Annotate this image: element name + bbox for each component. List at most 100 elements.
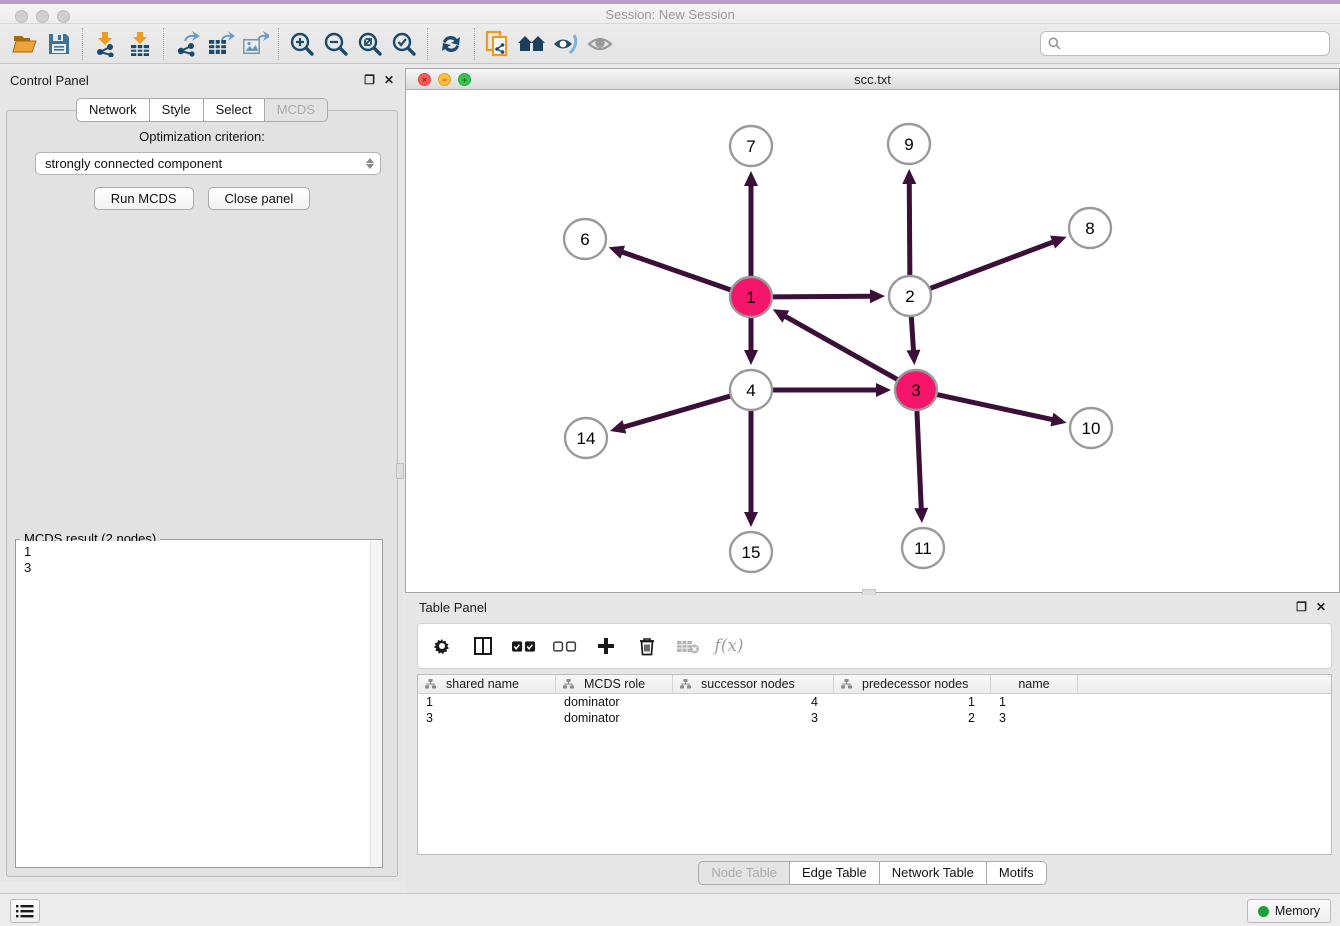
run-mcds-button[interactable]: Run MCDS xyxy=(94,187,194,210)
cell-name[interactable]: 1 xyxy=(991,694,1078,710)
search-input[interactable] xyxy=(1066,36,1329,51)
cell-name[interactable]: 3 xyxy=(991,710,1078,726)
table-panel: Table Panel ❐ ✕ f(x) shared nameMCDS rol… xyxy=(405,595,1340,893)
refresh-layout-icon[interactable] xyxy=(434,27,468,61)
float-panel-icon[interactable]: ❐ xyxy=(364,73,375,87)
tab-select[interactable]: Select xyxy=(203,98,264,122)
node-label-9: 9 xyxy=(904,135,913,154)
toolbar-separator xyxy=(474,28,475,60)
list-icon xyxy=(16,904,34,918)
column-header-predecessor-nodes[interactable]: predecessor nodes xyxy=(834,675,991,693)
delete-column-icon[interactable] xyxy=(635,634,659,658)
table-panel-title: Table Panel xyxy=(419,600,487,615)
search-box[interactable] xyxy=(1040,31,1330,56)
table-options-icon[interactable] xyxy=(430,634,454,658)
tab-network[interactable]: Network xyxy=(76,98,149,122)
show-all-icon[interactable] xyxy=(583,27,617,61)
zoom-fit-icon[interactable] xyxy=(353,27,387,61)
node-label-11: 11 xyxy=(914,539,932,558)
zoom-selected-icon[interactable] xyxy=(387,27,421,61)
cell-MCDS-role[interactable]: dominator xyxy=(556,710,673,726)
export-network-icon[interactable] xyxy=(170,27,204,61)
float-table-panel-icon[interactable]: ❐ xyxy=(1296,600,1307,614)
edge-3-1[interactable] xyxy=(785,316,899,381)
edge-2-8[interactable] xyxy=(928,242,1054,290)
neighbors-icon[interactable] xyxy=(515,27,549,61)
memory-status-icon xyxy=(1258,906,1269,917)
optimization-criterion-value: strongly connected component xyxy=(45,156,222,171)
save-session-icon[interactable] xyxy=(42,27,76,61)
node-label-4: 4 xyxy=(746,381,755,400)
column-header-name[interactable]: name xyxy=(991,675,1078,693)
column-header-successor-nodes[interactable]: successor nodes xyxy=(673,675,834,693)
edge-2-9[interactable] xyxy=(909,183,910,277)
column-header-MCDS-role[interactable]: MCDS role xyxy=(556,675,673,693)
task-history-button[interactable] xyxy=(10,899,40,923)
cell-predecessor-nodes[interactable]: 2 xyxy=(834,710,991,726)
clone-network-icon[interactable] xyxy=(481,27,515,61)
toolbar-separator xyxy=(82,28,83,60)
edge-4-14[interactable] xyxy=(623,395,732,427)
network-graph[interactable]: 7968124314101511 xyxy=(406,90,1339,592)
edge-3-11[interactable] xyxy=(917,409,921,509)
control-panel-tabs: NetworkStyleSelectMCDS xyxy=(0,98,404,122)
hide-selected-icon[interactable] xyxy=(549,27,583,61)
edge-1-2[interactable] xyxy=(770,296,871,297)
node-label-15: 15 xyxy=(742,543,761,562)
result-scrollbar[interactable] xyxy=(370,541,381,866)
memory-button[interactable]: Memory xyxy=(1247,899,1331,923)
import-network-icon[interactable] xyxy=(89,27,123,61)
table-row[interactable]: 1dominator411 xyxy=(418,694,1331,710)
sort-icon xyxy=(563,679,574,689)
control-panel: Control Panel ❐ ✕ NetworkStyleSelectMCDS… xyxy=(0,68,404,881)
mcds-result-box: MCDS result (2 nodes) 1 3 xyxy=(15,539,383,868)
close-table-panel-icon[interactable]: ✕ xyxy=(1316,600,1326,614)
export-table-icon[interactable] xyxy=(204,27,238,61)
node-label-8: 8 xyxy=(1085,219,1094,238)
deselect-all-icon[interactable] xyxy=(553,634,577,658)
close-panel-button[interactable]: Close panel xyxy=(208,187,311,210)
cell-successor-nodes[interactable]: 3 xyxy=(673,710,834,726)
tab-network-table[interactable]: Network Table xyxy=(879,861,986,885)
toolbar-separator xyxy=(278,28,279,60)
tab-motifs[interactable]: Motifs xyxy=(986,861,1047,885)
add-column-icon[interactable] xyxy=(594,634,618,658)
cell-MCDS-role[interactable]: dominator xyxy=(556,694,673,710)
sort-icon xyxy=(841,679,852,689)
edge-2-3[interactable] xyxy=(911,315,913,351)
tab-edge-table[interactable]: Edge Table xyxy=(789,861,879,885)
import-table-icon[interactable] xyxy=(123,27,157,61)
delete-table-icon[interactable] xyxy=(676,634,700,658)
table-header-row: shared nameMCDS rolesuccessor nodesprede… xyxy=(418,675,1331,694)
table-row[interactable]: 3dominator323 xyxy=(418,710,1331,726)
export-image-icon[interactable] xyxy=(238,27,272,61)
mcds-result-list[interactable]: 1 3 xyxy=(17,541,370,866)
toolbar-separator xyxy=(427,28,428,60)
tab-style[interactable]: Style xyxy=(149,98,203,122)
network-canvas[interactable]: 7968124314101511 xyxy=(406,90,1339,592)
node-label-14: 14 xyxy=(577,429,596,448)
cell-predecessor-nodes[interactable]: 1 xyxy=(834,694,991,710)
cell-shared-name[interactable]: 3 xyxy=(418,710,556,726)
column-header-shared-name[interactable]: shared name xyxy=(418,675,556,693)
sort-icon xyxy=(680,679,691,689)
open-session-icon[interactable] xyxy=(8,27,42,61)
tab-mcds[interactable]: MCDS xyxy=(264,98,328,122)
node-label-2: 2 xyxy=(905,287,914,306)
edge-3-10[interactable] xyxy=(935,394,1053,420)
sort-icon xyxy=(425,679,436,689)
edge-1-6[interactable] xyxy=(622,252,733,291)
tab-node-table[interactable]: Node Table xyxy=(698,861,789,885)
close-panel-icon[interactable]: ✕ xyxy=(384,73,394,87)
cell-successor-nodes[interactable]: 4 xyxy=(673,694,834,710)
cell-shared-name[interactable]: 1 xyxy=(418,694,556,710)
node-table[interactable]: shared nameMCDS rolesuccessor nodesprede… xyxy=(417,674,1332,855)
zoom-in-icon[interactable] xyxy=(285,27,319,61)
optimization-criterion-select[interactable]: strongly connected component xyxy=(35,152,381,175)
function-builder-icon[interactable]: f(x) xyxy=(717,634,741,658)
column-selector-icon[interactable] xyxy=(471,634,495,658)
network-view-window: × − + scc.txt 7968124314101511 xyxy=(405,68,1340,593)
vertical-splitter-handle[interactable] xyxy=(396,463,404,479)
zoom-out-icon[interactable] xyxy=(319,27,353,61)
select-all-icon[interactable] xyxy=(512,634,536,658)
